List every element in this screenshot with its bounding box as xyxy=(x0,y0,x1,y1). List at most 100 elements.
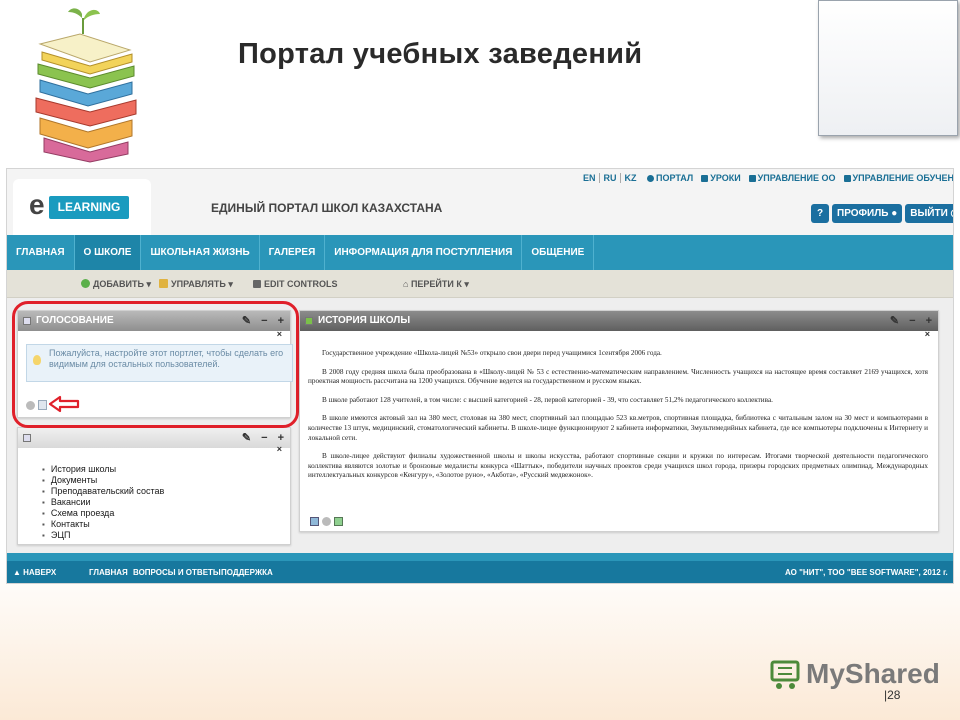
checkbox-icon xyxy=(253,280,261,288)
minimize-icon[interactable]: − xyxy=(909,311,915,331)
portlet-icon xyxy=(23,317,31,325)
main-nav: ГЛАВНАЯ О ШКОЛЕ ШКОЛЬНАЯ ЖИЗНЬ ГАЛЕРЕЯ И… xyxy=(7,235,953,270)
lang-kz[interactable]: KZ xyxy=(625,173,640,183)
page-number: |28 xyxy=(884,688,901,702)
minimize-icon[interactable]: − xyxy=(261,428,267,448)
cart-icon xyxy=(770,660,800,689)
list-item[interactable]: Преподавательский состав xyxy=(42,486,164,497)
wrench-icon[interactable]: ✎ xyxy=(242,311,251,331)
myshared-logo: MyShared xyxy=(766,652,940,696)
school-links-list: История школы Документы Преподавательски… xyxy=(42,464,164,541)
globe-icon xyxy=(647,174,654,182)
wrench-icon[interactable]: ✎ xyxy=(890,311,899,331)
manage-dropdown[interactable]: УПРАВЛЯТЬ ▾ xyxy=(159,270,233,298)
list-item[interactable]: Контакты xyxy=(42,519,164,530)
goto-label: ПЕРЕЙТИ К xyxy=(410,279,462,289)
user-buttons: ? ПРОФИЛЬ ● ВЫЙТИ ◎ xyxy=(811,204,953,223)
article-paragraph: Государственное учреждение «Школа-лицей … xyxy=(322,349,662,357)
settings-icon[interactable] xyxy=(322,517,331,526)
red-arrow-icon xyxy=(48,395,80,413)
close-icon[interactable]: × xyxy=(277,329,282,339)
top-link-management[interactable]: УПРАВЛЕНИЕ ОО xyxy=(748,173,836,183)
page-icon[interactable] xyxy=(334,517,343,526)
article-paragraph: В школе имеются актовый зал на 380 мест,… xyxy=(308,414,928,442)
logout-label: ВЫЙТИ xyxy=(910,208,948,219)
list-item[interactable]: ЭЦП xyxy=(42,530,164,541)
back-to-top-label: НАВЕРХ xyxy=(23,568,57,577)
history-portlet-header: ИСТОРИЯ ШКОЛЫ ✎ − + xyxy=(300,311,938,331)
vote-portlet: ГОЛОСОВАНИЕ ✎ − + × Пожалуйста, настройт… xyxy=(17,310,293,418)
slide-title: Портал учебных заведений xyxy=(238,38,643,70)
settings-icon[interactable] xyxy=(26,401,35,410)
arrow-up-icon: ▲ xyxy=(13,568,24,577)
list-item[interactable]: Документы xyxy=(42,475,164,486)
lang-en[interactable]: EN xyxy=(583,173,600,183)
portlet-tools: ✎ − + xyxy=(242,311,284,331)
top-link-portal[interactable]: ПОРТАЛ xyxy=(647,173,693,183)
add-portlet-icon[interactable]: + xyxy=(278,311,284,331)
top-link-label: УПРАВЛЕНИЕ ОО xyxy=(757,173,836,183)
close-icon[interactable]: × xyxy=(277,444,282,454)
help-button[interactable]: ? xyxy=(811,204,829,223)
history-portlet-title: ИСТОРИЯ ШКОЛЫ xyxy=(318,315,411,326)
profile-button[interactable]: ПРОФИЛЬ ● xyxy=(832,204,903,223)
vote-message-text: Пожалуйста, настройте этот портлет, чтоб… xyxy=(49,348,284,369)
control-bar: ДОБАВИТЬ ▾ УПРАВЛЯТЬ ▾ EDIT CONTROLS ⌂ П… xyxy=(7,270,953,298)
book-icon xyxy=(843,174,851,182)
links-portlet: ✎ − + × История школы Документы Преподав… xyxy=(17,427,291,545)
history-article: Государственное учреждение «Школа-лицей … xyxy=(308,349,928,490)
page-number-value: 28 xyxy=(887,688,901,702)
profile-label: ПРОФИЛЬ xyxy=(837,208,889,219)
image-icon[interactable] xyxy=(310,517,319,526)
add-portlet-icon[interactable]: + xyxy=(926,311,932,331)
footer-link-support[interactable]: ПОДДЕРЖКА xyxy=(221,561,273,583)
vote-portlet-header: ГОЛОСОВАНИЕ ✎ − + xyxy=(18,311,290,331)
language-switcher: EN RU KZ xyxy=(583,173,640,183)
top-links: ПОРТАЛ УРОКИ УПРАВЛЕНИЕ ОО УПРАВЛЕНИЕ ОБ… xyxy=(647,173,954,183)
portlet-tools: ✎ − + xyxy=(890,311,932,331)
logout-button[interactable]: ВЫЙТИ ◎ xyxy=(905,204,953,223)
nav-item-school-life[interactable]: ШКОЛЬНАЯ ЖИЗНЬ xyxy=(141,235,260,270)
power-icon: ◎ xyxy=(951,208,953,219)
manage-label: УПРАВЛЯТЬ xyxy=(171,279,226,289)
portal-footer: ▲ НАВЕРХ ГЛАВНАЯ ВОПРОСЫ И ОТВЕТЫ ПОДДЕР… xyxy=(7,553,953,583)
list-item[interactable]: Вакансии xyxy=(42,497,164,508)
page-icon[interactable] xyxy=(38,400,47,410)
links-portlet-header: ✎ − + xyxy=(18,428,290,448)
back-to-top-link[interactable]: ▲ НАВЕРХ xyxy=(13,561,57,583)
nav-item-home[interactable]: ГЛАВНАЯ xyxy=(7,235,75,270)
lang-ru[interactable]: RU xyxy=(604,173,621,183)
top-link-learning[interactable]: УПРАВЛЕНИЕ ОБУЧЕНИЕМ xyxy=(843,173,954,183)
list-item[interactable]: Схема проезда xyxy=(42,508,164,519)
portal-header: e LEARNING ЕДИНЫЙ ПОРТАЛ ШКОЛ КАЗАХСТАНА… xyxy=(7,169,954,237)
list-item[interactable]: История школы xyxy=(42,464,164,475)
footer-link-home[interactable]: ГЛАВНАЯ xyxy=(89,561,128,583)
portal-screenshot: e LEARNING ЕДИНЫЙ ПОРТАЛ ШКОЛ КАЗАХСТАНА… xyxy=(6,168,954,584)
pencil-icon xyxy=(159,279,168,288)
nav-item-about[interactable]: О ШКОЛЕ xyxy=(74,235,142,270)
logo-letter: e xyxy=(29,189,45,220)
portlet-icon xyxy=(305,317,313,325)
add-dropdown[interactable]: ДОБАВИТЬ ▾ xyxy=(81,270,151,298)
lightbulb-icon xyxy=(33,355,41,365)
top-link-label: УПРАВЛЕНИЕ ОБУЧЕНИЕМ xyxy=(852,173,954,183)
top-link-label: УРОКИ xyxy=(710,173,741,183)
logo-badge[interactable]: LEARNING xyxy=(49,196,129,219)
wrench-icon[interactable]: ✎ xyxy=(242,428,251,448)
goto-dropdown[interactable]: ⌂ ПЕРЕЙТИ К ▾ xyxy=(403,270,469,298)
minimize-icon[interactable]: − xyxy=(261,311,267,331)
top-link-lessons[interactable]: УРОКИ xyxy=(701,173,741,183)
top-link-label: ПОРТАЛ xyxy=(656,173,694,183)
edit-controls-toggle[interactable]: EDIT CONTROLS xyxy=(253,270,338,298)
portlet-icon xyxy=(23,434,31,442)
nav-item-gallery[interactable]: ГАЛЕРЕЯ xyxy=(260,235,326,270)
nav-item-communication[interactable]: ОБЩЕНИЕ xyxy=(522,235,595,270)
house-icon: ⌂ xyxy=(403,279,411,289)
portal-name: ЕДИНЫЙ ПОРТАЛ ШКОЛ КАЗАХСТАНА xyxy=(211,201,443,215)
corner-placeholder-box xyxy=(818,0,958,136)
history-portlet: ИСТОРИЯ ШКОЛЫ ✎ − + × Государственное уч… xyxy=(299,310,939,532)
nav-item-admission[interactable]: ИНФОРМАЦИЯ ДЛЯ ПОСТУПЛЕНИЯ xyxy=(325,235,523,270)
footer-link-faq[interactable]: ВОПРОСЫ И ОТВЕТЫ xyxy=(133,561,221,583)
close-icon[interactable]: × xyxy=(925,329,930,339)
edit-controls-label: EDIT CONTROLS xyxy=(264,279,338,289)
